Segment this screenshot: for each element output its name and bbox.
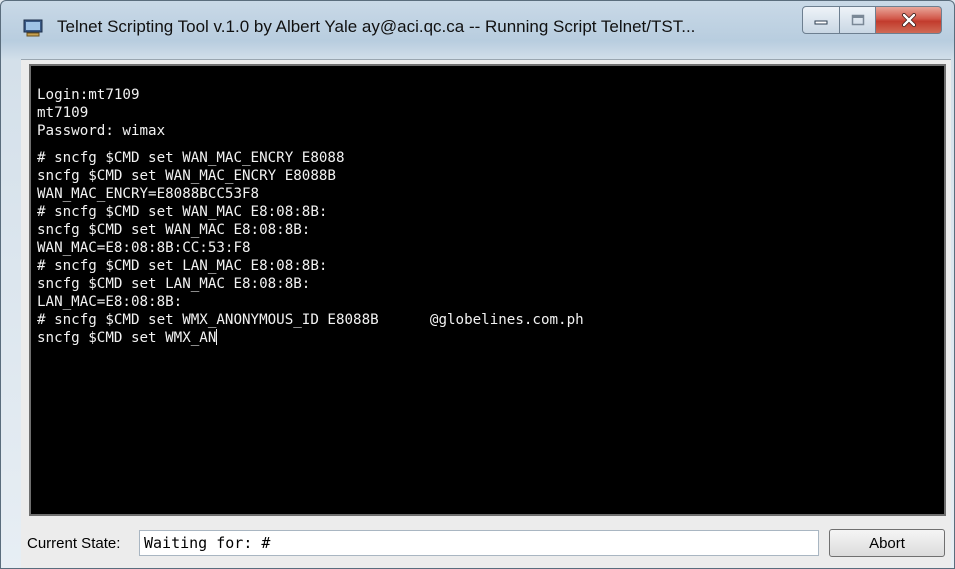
terminal-line: Password: wimax bbox=[37, 123, 166, 139]
terminal-line: sncfg $CMD set WAN_MAC_ENCRY E8088B bbox=[37, 168, 336, 184]
telnet-window: Telnet Scripting Tool v.1.0 by Albert Ya… bbox=[0, 0, 955, 569]
close-button[interactable] bbox=[876, 6, 942, 34]
terminal-line: sncfg $CMD set LAN_MAC E8:08:8B: bbox=[37, 276, 311, 292]
terminal-line: # sncfg $CMD set LAN_MAC E8:08:8B: bbox=[37, 258, 328, 274]
terminal-line-prefix: # sncfg $CMD set WMX_ANONYMOUS_ID E8088B bbox=[37, 312, 379, 328]
terminal-line-anonymous-id: # sncfg $CMD set WMX_ANONYMOUS_ID E8088B… bbox=[37, 311, 584, 329]
caption-buttons bbox=[802, 6, 942, 36]
terminal-output[interactable]: Login:mt7109 mt7109 Password: wimax # sn… bbox=[29, 64, 946, 516]
minimize-icon bbox=[814, 20, 828, 25]
terminal-line: Login:mt7109 bbox=[37, 87, 140, 103]
window-title: Telnet Scripting Tool v.1.0 by Albert Ya… bbox=[57, 17, 696, 36]
terminal-line: WAN_MAC_ENCRY=E8088BCC53F8 bbox=[37, 186, 260, 202]
terminal-line: WAN_MAC=E8:08:8B:CC:53:F8 bbox=[37, 240, 251, 256]
maximize-icon bbox=[851, 14, 864, 26]
terminal-lines: Login:mt7109 mt7109 Password: wimax # sn… bbox=[37, 86, 584, 347]
status-bar: Current State: Abort bbox=[21, 523, 951, 563]
terminal-line-current: sncfg $CMD set WMX_AN bbox=[37, 329, 584, 347]
close-icon bbox=[901, 13, 916, 27]
redacted-segment bbox=[379, 312, 430, 328]
telnet-app-icon bbox=[23, 19, 43, 37]
terminal-line: # sncfg $CMD set WAN_MAC_ENCRY E8088 bbox=[37, 150, 345, 166]
maximize-button[interactable] bbox=[840, 6, 876, 34]
terminal-line: LAN_MAC=E8:08:8B: bbox=[37, 294, 183, 310]
client-area: Login:mt7109 mt7109 Password: wimax # sn… bbox=[21, 59, 951, 568]
terminal-line: # sncfg $CMD set WAN_MAC E8:08:8B: bbox=[37, 204, 328, 220]
terminal-line-text: sncfg $CMD set WMX_AN bbox=[37, 330, 217, 346]
terminal-line: sncfg $CMD set WAN_MAC E8:08:8B: bbox=[37, 222, 311, 238]
abort-button[interactable]: Abort bbox=[829, 529, 945, 557]
terminal-line-suffix: @globelines.com.ph bbox=[429, 312, 584, 328]
minimize-button[interactable] bbox=[802, 6, 840, 34]
title-bar[interactable]: Telnet Scripting Tool v.1.0 by Albert Ya… bbox=[1, 1, 954, 59]
current-state-label: Current State: bbox=[27, 535, 121, 552]
text-cursor bbox=[216, 329, 218, 345]
terminal-line: mt7109 bbox=[37, 105, 89, 121]
current-state-field[interactable] bbox=[139, 530, 819, 556]
